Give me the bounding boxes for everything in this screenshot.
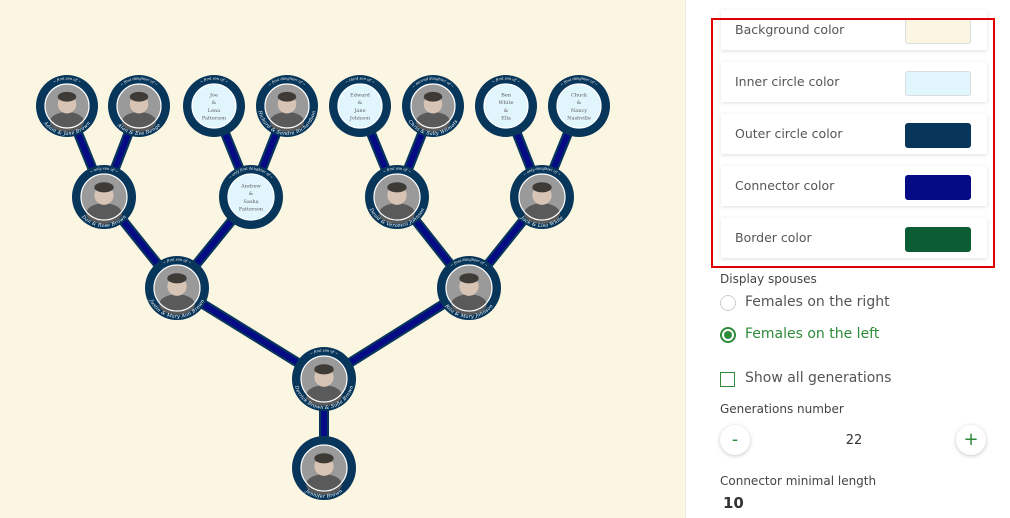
inner-name-line: Lena [208,108,220,114]
connector-length-value[interactable]: 10 [723,494,744,512]
border-color-swatch[interactable] [905,227,971,252]
person-node-gp1[interactable]: ~ first son of ~Adam & Jane Brown [36,75,98,137]
person-photo [300,444,348,495]
person-photo [80,173,128,224]
generations-number-label: Generations number [720,402,844,416]
inner-circle-color-row[interactable]: Inner circle color [721,62,987,102]
inner-name-line: Johnson [349,115,371,121]
inner-name-line: Patterson [202,115,227,121]
person-node-c2[interactable]: ~ first daughter of ~Rita & Mary Johnson [437,256,501,320]
inner-circle-color-label: Inner circle color [735,74,840,89]
inner-name-line: & [212,100,217,106]
show-all-generations-label: Show all generations [745,370,892,386]
outer-circle-color-swatch[interactable] [905,123,971,148]
inner-name-line: & [249,191,254,197]
inner-name-line: Edward [350,93,371,99]
inner-name-line: Ben [501,93,512,99]
background-color-row[interactable]: Background color [721,10,987,50]
person-photo [44,83,90,132]
inner-circle-color-swatch[interactable] [905,71,971,96]
person-node-child[interactable]: Jennifer Brown [292,436,356,500]
border-color-row[interactable]: Border color [721,218,987,258]
inner-name-line: Ella [501,115,511,121]
person-node-p4[interactable]: ~ only daughter of ~Jack & Lisa White [510,165,574,229]
inner-name-line: & [358,100,363,106]
show-all-generations-checkbox[interactable] [720,372,735,387]
person-photo [373,173,421,224]
person-photo [264,83,310,132]
person-photo [445,264,493,315]
person-node-gp4[interactable]: ~ first daughter of ~Richard & Sandra Ri… [256,75,318,137]
outer-circle-color-row[interactable]: Outer circle color [721,114,987,154]
radio-females-left-label: Females on the left [745,326,880,342]
person-node-c1[interactable]: ~ first son of ~Justin & Mary Ann Brown [145,256,209,320]
inner-name-line: Nancy [571,108,587,114]
generations-number-value[interactable]: 22 [836,433,872,448]
person-node-gp7[interactable]: BenWhite&Ella~ first son of ~ [475,75,537,137]
person-node-p1[interactable]: ~ only son of ~Dan & Rose Brown [72,165,136,229]
inner-name-line: & [577,100,582,106]
person-node-gp5[interactable]: Edward&JaneJohnson~ third son of ~ [329,75,391,137]
person-node-p2[interactable]: Andrew&SashaPatterson~ only first daught… [219,165,283,229]
person-photo [116,83,162,132]
settings-panel: Background color Inner circle color Oute… [685,0,1010,518]
radio-button-left[interactable] [720,327,736,343]
connector-color-row[interactable]: Connector color [721,166,987,206]
inner-name-line: & [504,108,509,114]
connectors [62,104,584,468]
increment-button[interactable]: + [956,425,986,455]
connector-length-label: Connector minimal length [720,474,877,488]
inner-name-line: Sasha [243,199,258,205]
inner-name-line: Chuck [571,93,588,99]
connector-color-swatch[interactable] [905,175,971,200]
outer-circle-color-label: Outer circle color [735,126,843,141]
inner-name-line: Joe [209,93,218,99]
background-color-label: Background color [735,22,845,37]
person-node-gp2[interactable]: ~ first daughter of ~Alan & Eve Renge [108,75,170,137]
radio-button-right[interactable] [720,295,736,311]
person-photo [518,173,566,224]
person-photo [410,83,456,132]
border-color-label: Border color [735,230,812,245]
person-node-gp8[interactable]: Chuck&NancyNashville~ first daughter of … [548,75,610,137]
family-tree: ~ first son of ~Adam & Jane Brown~ first… [36,75,610,500]
inner-name-line: Nashville [567,115,591,121]
connector-color-label: Connector color [735,178,835,193]
person-node-p3[interactable]: ~ first son of ~David & Veronica Johnson [365,165,429,229]
inner-name-line: Andrew [240,184,261,190]
inner-name-line: Jane [353,108,365,114]
person-node-gp6[interactable]: ~ second daughter of ~Chris & Sally Wilm… [402,75,464,137]
radio-females-right-label: Females on the right [745,294,890,310]
person-photo [153,264,201,315]
inner-name-line: White [499,100,514,106]
decrement-button[interactable]: - [720,425,750,455]
tree-canvas[interactable]: ~ first son of ~ Adam & Jane Brown ~ first… [0,0,685,518]
person-node-gp3[interactable]: Joe&LenaPatterson~ first son of ~ [183,75,245,137]
display-spouses-label: Display spouses [720,272,817,286]
person-node-root[interactable]: ~ first son of ~Derrick Brown & Sofia Br… [292,347,356,411]
person-photo [300,355,348,406]
background-color-swatch[interactable] [905,19,971,44]
inner-name-line: Patterson [239,206,264,212]
